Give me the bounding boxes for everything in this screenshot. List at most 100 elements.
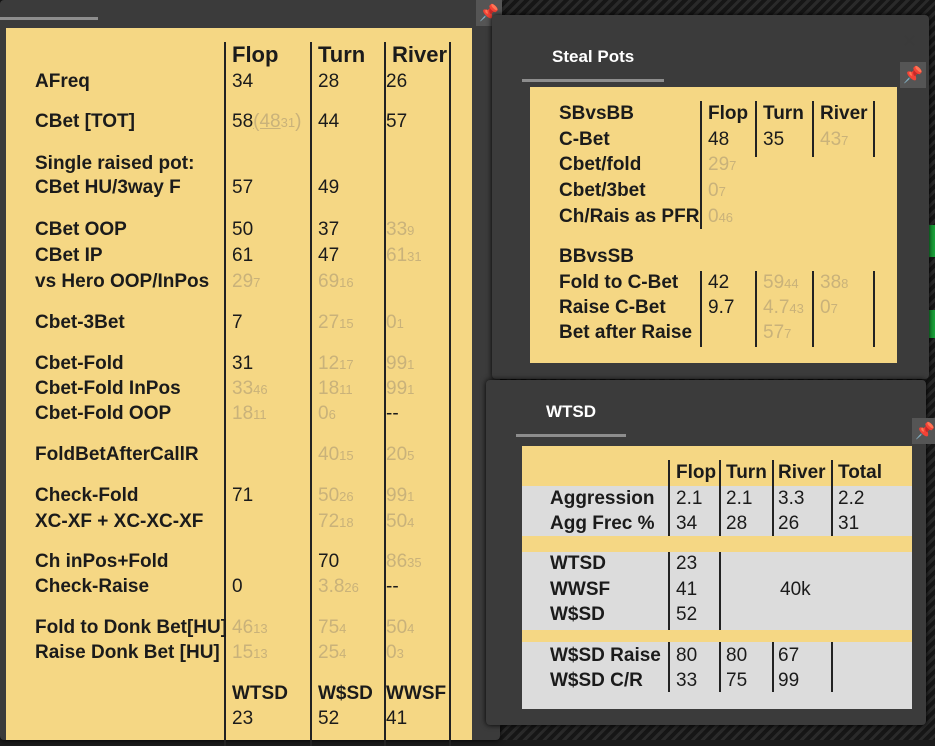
- stat-label: C-Bet: [559, 129, 610, 150]
- turn-value: 4.743: [763, 297, 804, 318]
- footer-value: 41: [386, 708, 408, 729]
- river-value: 991: [386, 485, 415, 506]
- wtsd-panel: WTSD 📌 Flop Turn River Total Aggression 2.1 2.…: [486, 380, 935, 725]
- column-header: Flop: [676, 462, 717, 483]
- flop-value-sample: 31: [280, 115, 296, 130]
- stat-value: 41: [676, 579, 698, 600]
- steal-pots-panel: Steal Pots 📌 Flop Turn River SBvsBB C-Bet 48 3…: [492, 15, 929, 379]
- flop-paren: (48: [253, 111, 281, 132]
- stat-label: CBet IP: [35, 245, 103, 266]
- flop-value: 50: [232, 219, 254, 240]
- stat-label: Bet after Raise: [559, 322, 693, 343]
- column-divider: [772, 642, 774, 692]
- turn-value: 49: [318, 177, 340, 198]
- turn-value: 35: [763, 129, 785, 150]
- column-divider: [831, 460, 833, 536]
- column-divider: [831, 642, 833, 692]
- stat-label: Aggression: [550, 488, 655, 509]
- river-value-sample: 4: [407, 515, 415, 530]
- stat-label: Check-Fold: [35, 485, 139, 506]
- stat-label: Cbet-Fold OOP: [35, 403, 172, 424]
- flop-value: 31: [232, 353, 254, 374]
- column-header: Flop: [232, 42, 279, 67]
- table-felt-edge-2: [928, 310, 935, 338]
- flop-value-sample: 7: [718, 184, 726, 199]
- pin-icon[interactable]: 📌: [912, 418, 935, 444]
- column-header: Turn: [726, 462, 767, 483]
- stat-label: WTSD: [550, 553, 606, 574]
- stat-label: FoldBetAfterCallR: [35, 444, 199, 465]
- stat-label: vs Hero OOP/InPos: [35, 271, 210, 292]
- column-divider: [772, 460, 774, 536]
- steal-pots-tab[interactable]: Steal Pots: [552, 47, 634, 67]
- river-value-sample: 35: [407, 555, 422, 570]
- river-value: --: [386, 576, 399, 597]
- stat-value: 3.3: [778, 488, 805, 509]
- column-divider: [755, 271, 757, 347]
- footer-header: WWSF: [386, 683, 447, 704]
- column-header: River: [778, 462, 826, 483]
- stat-label: W$SD C/R: [550, 670, 643, 691]
- river-value: 57: [386, 111, 408, 132]
- river-value: 339: [386, 219, 415, 240]
- close-icon[interactable]: ×: [903, 28, 916, 54]
- river-value: 504: [386, 617, 415, 638]
- column-header: River: [820, 103, 868, 124]
- turn-value-sample: 6: [328, 407, 336, 422]
- stat-label: CBet [TOT]: [35, 111, 135, 132]
- river-value: 6131: [386, 245, 422, 266]
- wtsd-tab[interactable]: WTSD: [546, 402, 596, 422]
- turn-value: 254: [318, 642, 347, 663]
- flop-value: 34: [232, 71, 254, 92]
- column-divider: [668, 460, 670, 536]
- river-value-sample: 1: [407, 357, 415, 372]
- column-divider: [700, 101, 702, 157]
- main-stats-table: Flop Turn River AFreq 34 28 26 CBet [TOT] 58(483…: [6, 28, 472, 746]
- turn-value: 1217: [318, 353, 354, 374]
- flop-value: 7: [232, 312, 243, 333]
- turn-value-sample: 44: [784, 276, 799, 291]
- flop-value: 57: [232, 177, 254, 198]
- turn-value: 2715: [318, 312, 354, 333]
- stat-value: 26: [778, 513, 800, 534]
- stat-label: Agg Frec %: [550, 513, 655, 534]
- stat-value: 99: [778, 670, 800, 691]
- river-value: 01: [386, 312, 404, 333]
- footer-header: W$SD: [318, 683, 373, 704]
- river-value: --: [386, 403, 399, 424]
- stat-label: Check-Raise: [35, 576, 150, 597]
- column-divider: [812, 271, 814, 347]
- river-value-sample: 8: [841, 276, 849, 291]
- turn-value: 37: [318, 219, 340, 240]
- stat-value: 31: [838, 513, 860, 534]
- river-value: 437: [820, 129, 849, 150]
- stat-value: 75: [726, 670, 748, 691]
- column-divider: [700, 271, 702, 347]
- stat-value: 80: [726, 645, 748, 666]
- column-divider: [449, 42, 451, 746]
- pin-icon[interactable]: 📌: [900, 62, 926, 88]
- column-divider: [719, 642, 721, 692]
- stat-value: 2.1: [726, 488, 753, 509]
- steal-pots-table: Flop Turn River SBvsBB C-Bet 48 35 437 Cbet/fold…: [530, 87, 897, 363]
- column-divider: [812, 101, 814, 157]
- flop-value: 1513: [232, 642, 268, 663]
- column-header: Total: [838, 462, 882, 483]
- wtsd-tab-underline: [516, 434, 626, 437]
- stat-value: 34: [676, 513, 698, 534]
- river-value-sample: 7: [830, 301, 838, 316]
- column-divider: [700, 157, 702, 229]
- stat-label: Ch/Rais as PFR: [559, 206, 700, 227]
- river-value: 8635: [386, 551, 422, 572]
- river-value-sample: 1: [407, 382, 415, 397]
- column-divider: [873, 101, 875, 157]
- hands-count: 40k: [780, 579, 811, 600]
- wtsd-table: Flop Turn River Total Aggression 2.1 2.1 3.3 2.2…: [522, 446, 912, 709]
- river-value-sample: 9: [407, 223, 415, 238]
- turn-value-sample: 17: [339, 357, 354, 372]
- group-label: BBvsSB: [559, 246, 634, 267]
- river-value: 504: [386, 511, 415, 532]
- stat-label: Cbet-Fold: [35, 353, 124, 374]
- column-divider: [310, 42, 312, 746]
- flop-value: 42: [708, 272, 730, 293]
